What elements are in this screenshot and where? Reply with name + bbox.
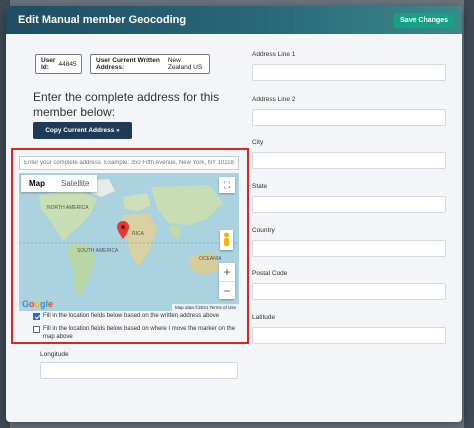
fill-from-marker-row[interactable]: Fill in the location fields below based … — [33, 325, 243, 341]
latitude-input[interactable] — [252, 327, 446, 344]
copy-current-address-button[interactable]: Copy Current Address » — [33, 122, 132, 139]
written-address-label: User Current Written Address: — [96, 57, 160, 71]
modal-title: Edit Manual member Geocoding — [18, 14, 187, 26]
zoom-control: + − — [219, 263, 235, 299]
label-south-america: SOUTH AMERICA — [77, 248, 119, 254]
zoom-out-icon[interactable]: − — [219, 281, 235, 299]
zoom-in-icon[interactable]: + — [219, 263, 235, 281]
backdrop-strip-right — [464, 0, 474, 428]
state-label: State — [252, 183, 268, 190]
fill-from-marker-label: Fill in the location fields below based … — [43, 326, 236, 340]
label-north-america: NORTH AMERICA — [47, 205, 89, 211]
country-input[interactable] — [252, 240, 446, 257]
save-changes-button[interactable]: Save Changes — [394, 12, 454, 28]
address-line-2-input[interactable] — [252, 109, 446, 126]
geocoding-modal: Edit Manual member Geocoding Save Change… — [6, 6, 462, 422]
longitude-input[interactable] — [40, 362, 238, 379]
fullscreen-icon[interactable]: ⛶ — [219, 177, 235, 193]
address-heading: Enter the complete address for this memb… — [33, 90, 220, 119]
tab-satellite[interactable]: Satellite — [53, 175, 97, 192]
map-marker-icon[interactable] — [117, 221, 129, 239]
fill-from-written-checkbox[interactable] — [33, 312, 40, 320]
label-africa: RICA — [132, 231, 144, 237]
google-logo: Google — [22, 299, 54, 309]
latitude-label: Latitude — [252, 314, 276, 321]
city-label: City — [252, 139, 264, 146]
postal-code-label: Postal Code — [252, 270, 288, 277]
map-canvas[interactable]: Map Satellite ⛶ NORTH AMERICA SOUTH AMER… — [19, 173, 239, 311]
written-address-box: User Current Written Address: New Zealan… — [90, 54, 210, 74]
modal-header: Edit Manual member Geocoding Save Change… — [6, 6, 462, 34]
world-map-graphic — [19, 179, 239, 295]
address-line-2-label: Address Line 2 — [252, 96, 296, 103]
address-line-1-label: Address Line 1 — [252, 51, 296, 58]
written-address-value: New Zealand US — [167, 57, 203, 71]
country-label: Country — [252, 227, 275, 234]
fill-from-marker-checkbox[interactable] — [33, 325, 40, 333]
city-input[interactable] — [252, 152, 446, 169]
longitude-label: Longitude — [40, 351, 69, 358]
map-attribution[interactable]: Map data ©2021 Terms of Use — [171, 304, 239, 311]
label-oceania: OCEANIA — [199, 256, 222, 262]
postal-code-input[interactable] — [252, 283, 446, 300]
user-id-value: 44845 — [58, 60, 77, 68]
pegman-icon[interactable] — [220, 230, 233, 250]
modal-body: User Id: 44845 User Current Written Addr… — [6, 34, 462, 422]
address-line-1-input[interactable] — [252, 64, 446, 81]
address-search-input[interactable] — [19, 156, 239, 170]
map-type-tabs: Map Satellite — [21, 175, 98, 192]
tab-map[interactable]: Map — [21, 175, 53, 192]
fill-from-written-label: Fill in the location fields below based … — [43, 313, 220, 319]
state-input[interactable] — [252, 196, 446, 213]
user-id-label: User Id: — [41, 57, 56, 71]
user-id-box: User Id: 44845 — [35, 54, 82, 74]
fill-from-written-row[interactable]: Fill in the location fields below based … — [33, 312, 243, 320]
